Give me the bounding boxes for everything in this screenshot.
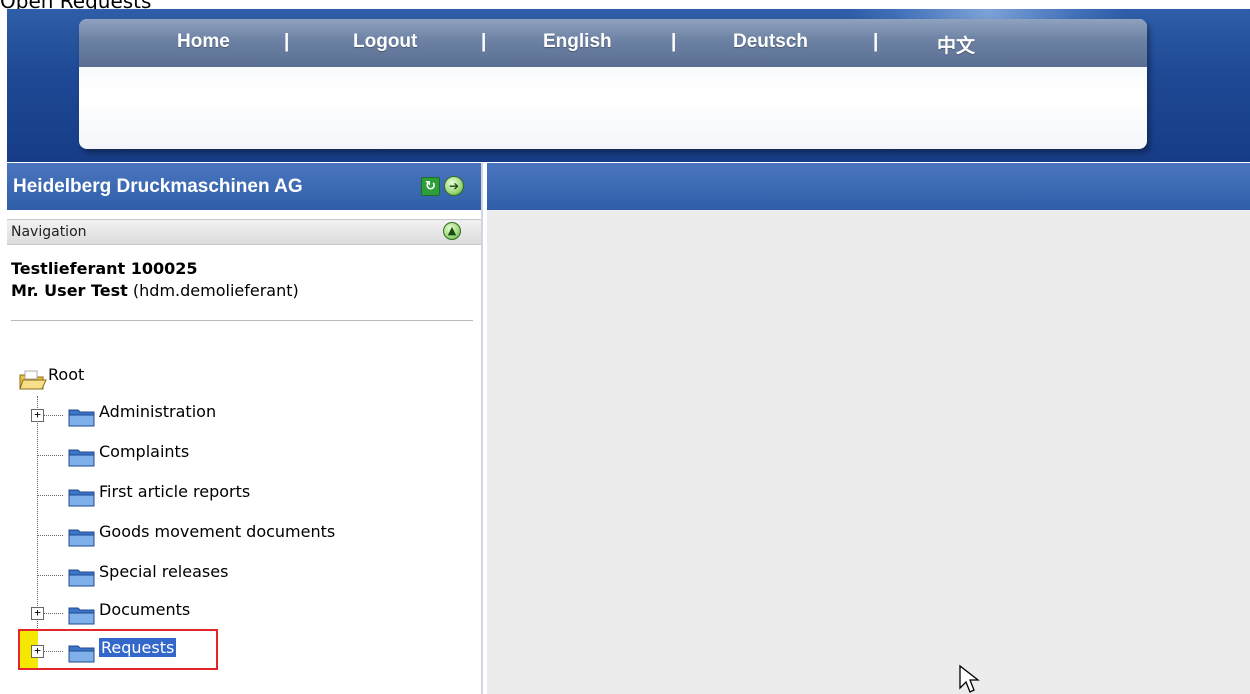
folder-icon (68, 607, 95, 625)
folder-icon (68, 489, 95, 507)
navigation-label: Navigation (11, 224, 87, 240)
user-name: Mr. User Test (11, 281, 128, 300)
tree-branch-line (37, 495, 63, 496)
nav-deutsch-link[interactable]: Deutsch (733, 31, 808, 53)
tree-item-label[interactable]: Administration (99, 402, 216, 421)
folder-icon (68, 409, 95, 427)
nav-separator: | (873, 31, 879, 52)
folder-icon (68, 529, 95, 547)
company-title: Heidelberg Druckmaschinen AG (13, 176, 303, 197)
nav-separator: | (284, 31, 290, 52)
content-titlebar (487, 163, 1250, 210)
annotation-highlight-box (18, 629, 218, 670)
tree-item-special-releases[interactable]: Special releases (7, 560, 427, 590)
header-panel: Home | Logout | English | Deutsch | 中文 (79, 19, 1147, 149)
tree-item-documents[interactable]: + Documents (7, 598, 427, 628)
tree-item-label[interactable]: Special releases (99, 562, 228, 581)
tree-item-label[interactable]: Documents (99, 600, 190, 619)
nav-separator: | (481, 31, 487, 52)
tree-branch-line (37, 575, 63, 576)
top-navigation: Home | Logout | English | Deutsch | 中文 (79, 19, 1147, 67)
tree-item-complaints[interactable]: Complaints (7, 440, 427, 470)
header-banner: Home | Logout | English | Deutsch | 中文 (7, 9, 1250, 162)
tree-item-label[interactable]: First article reports (99, 482, 250, 501)
panel-titlebar: Heidelberg Druckmaschinen AG ↻ ➔ (7, 163, 481, 210)
open-folder-root-icon (19, 370, 47, 390)
nav-logout-link[interactable]: Logout (353, 31, 417, 53)
nav-chinese-link[interactable]: 中文 (937, 31, 975, 58)
user-login: (hdm.demolieferant) (132, 281, 299, 300)
collapse-up-icon[interactable]: ▲ (443, 222, 461, 240)
tree-item-first-article-reports[interactable]: First article reports (7, 480, 427, 510)
folder-icon (68, 449, 95, 467)
content-area (487, 210, 1250, 694)
navigation-subbar: Navigation ▲ (7, 219, 481, 245)
tree-root-label[interactable]: Root (48, 365, 84, 384)
tree-item-goods-movement-documents[interactable]: Goods movement documents (7, 520, 427, 550)
tree-branch-line (37, 455, 63, 456)
tree-branch-line (37, 535, 63, 536)
left-navigation-panel: Heidelberg Druckmaschinen AG ↻ ➔ Navigat… (7, 163, 483, 694)
forward-arrow-icon[interactable]: ➔ (444, 176, 464, 196)
refresh-icon[interactable]: ↻ (421, 177, 440, 196)
supplier-name: Testlieferant 100025 (11, 259, 198, 278)
plus-expander-icon[interactable]: + (31, 607, 44, 620)
nav-english-link[interactable]: English (543, 31, 612, 53)
tree-item-label[interactable]: Complaints (99, 442, 189, 461)
divider (11, 320, 473, 321)
supplier-company: Testlieferant 100025 (11, 259, 198, 278)
tree-item-label[interactable]: Goods movement documents (99, 522, 335, 541)
nav-home-link[interactable]: Home (177, 31, 230, 53)
folder-icon (68, 569, 95, 587)
tree-item-administration[interactable]: + Administration (7, 400, 427, 430)
nav-separator: | (671, 31, 677, 52)
user-info: Mr. User Test (hdm.demolieferant) (11, 281, 299, 300)
page-caption: Open Requests (0, 0, 152, 13)
mouse-cursor-icon (959, 664, 980, 693)
plus-expander-icon[interactable]: + (31, 409, 44, 422)
